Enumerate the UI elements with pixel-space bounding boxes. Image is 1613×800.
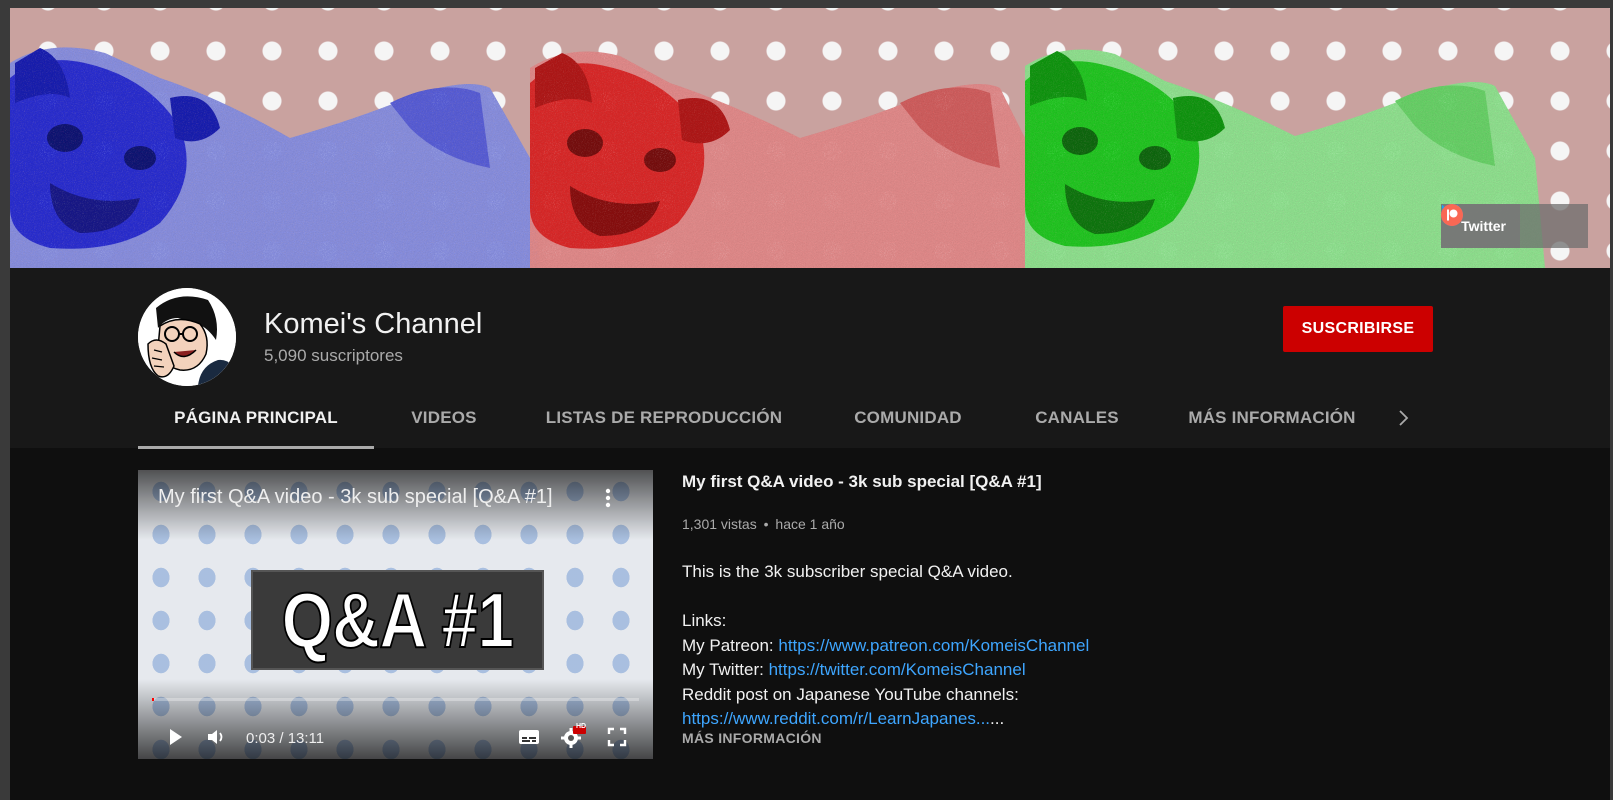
meta-separator: • bbox=[763, 516, 769, 532]
video-meta: 1,301 vistas • hace 1 año bbox=[682, 516, 845, 532]
play-icon bbox=[170, 729, 182, 745]
channel-name: Komei's Channel bbox=[264, 308, 483, 340]
video-description: This is the 3k subscriber special Q&A vi… bbox=[682, 560, 1089, 732]
fullscreen-icon bbox=[607, 727, 627, 747]
channel-header: Komei's Channel 5,090 suscriptores SUSCR… bbox=[10, 268, 1610, 449]
thumbnail-title-box: Q&A #1 bbox=[251, 570, 544, 670]
show-more-button[interactable]: MÁS INFORMACIÓN bbox=[682, 730, 822, 746]
tab-videos[interactable]: VIDEOS bbox=[374, 388, 514, 448]
tab-community[interactable]: COMUNIDAD bbox=[814, 388, 1002, 448]
description-ellipsis: ... bbox=[990, 709, 1005, 728]
patreon-icon bbox=[1441, 204, 1464, 226]
player-time: 0:03 / 13:11 bbox=[246, 730, 325, 747]
chevron-right-icon bbox=[1399, 410, 1409, 426]
pug-banner-art bbox=[10, 47, 1545, 268]
channel-banner: Twitter bbox=[10, 8, 1610, 268]
volume-icon bbox=[208, 730, 223, 744]
tab-about[interactable]: MÁS INFORMACIÓN bbox=[1152, 388, 1392, 448]
tabs-scroll-right-button[interactable] bbox=[1391, 406, 1415, 430]
description-intro: This is the 3k subscriber special Q&A vi… bbox=[682, 562, 1013, 581]
patreon-prefix: My Patreon: bbox=[682, 635, 779, 655]
hd-badge: HD bbox=[576, 723, 587, 730]
play-button[interactable] bbox=[162, 724, 188, 750]
player-more-button[interactable] bbox=[598, 486, 618, 510]
description-twitter-line: My Twitter: https://twitter.com/KomeisCh… bbox=[682, 658, 1089, 683]
red-pug-image bbox=[530, 51, 1040, 268]
subtitles-icon bbox=[519, 730, 539, 744]
patreon-link[interactable] bbox=[1441, 204, 1582, 237]
description-patreon-line: My Patreon: https://www.patreon.com/Kome… bbox=[682, 634, 1089, 659]
discord-link[interactable] bbox=[1441, 204, 1548, 237]
twitter-link-label: Twitter bbox=[1461, 218, 1506, 234]
upload-age: hace 1 año bbox=[775, 516, 845, 532]
tab-channels[interactable]: CANALES bbox=[1002, 388, 1152, 448]
settings-button[interactable]: HD bbox=[560, 723, 587, 750]
progress-bar[interactable] bbox=[152, 698, 639, 701]
banner-social-links: Twitter bbox=[1441, 204, 1588, 248]
view-count: 1,301 vistas bbox=[682, 516, 757, 532]
subscribe-button[interactable]: SUSCRIBIRSE bbox=[1283, 306, 1433, 352]
description-reddit-url-line: https://www.reddit.com/r/LearnJapanes...… bbox=[682, 707, 1089, 732]
blue-pug-image bbox=[10, 47, 540, 268]
twitter-url-link[interactable]: https://twitter.com/KomeisChannel bbox=[769, 660, 1026, 679]
patreon-url-link[interactable]: https://www.patreon.com/KomeisChannel bbox=[778, 636, 1089, 655]
youtube-channel-page: Twitter Komei's Channel 5,090 suscriptor… bbox=[10, 8, 1610, 800]
channel-tabs: PÁGINA PRINCIPAL VIDEOS LISTAS DE REPROD… bbox=[138, 388, 1448, 449]
featured-video-title[interactable]: My first Q&A video - 3k sub special [Q&A… bbox=[682, 472, 1042, 492]
subscriber-count: 5,090 suscriptores bbox=[264, 346, 403, 365]
description-links-heading: Links: bbox=[682, 611, 727, 630]
twitter-prefix: My Twitter: bbox=[682, 660, 769, 679]
player-video-title[interactable]: My first Q&A video - 3k sub special [Q&A… bbox=[158, 486, 588, 509]
thumbnail-text: Q&A #1 bbox=[281, 575, 515, 665]
fullscreen-button[interactable] bbox=[604, 724, 630, 750]
description-reddit-line: Reddit post on Japanese YouTube channels… bbox=[682, 684, 1019, 704]
tab-playlists[interactable]: LISTAS DE REPRODUCCIÓN bbox=[514, 388, 814, 448]
progress-bar-played bbox=[152, 698, 154, 701]
more-vert-icon bbox=[605, 488, 611, 508]
reddit-url-link[interactable]: https://www.reddit.com/r/LearnJapanes... bbox=[682, 709, 990, 728]
volume-button[interactable] bbox=[204, 724, 230, 750]
channel-avatar[interactable] bbox=[138, 288, 236, 386]
tab-home[interactable]: PÁGINA PRINCIPAL bbox=[138, 388, 374, 449]
featured-video-player[interactable]: Q&A #1 My first Q&A video - 3k sub speci… bbox=[138, 470, 653, 759]
avatar-illustration bbox=[138, 288, 236, 386]
subtitles-button[interactable] bbox=[516, 724, 542, 750]
